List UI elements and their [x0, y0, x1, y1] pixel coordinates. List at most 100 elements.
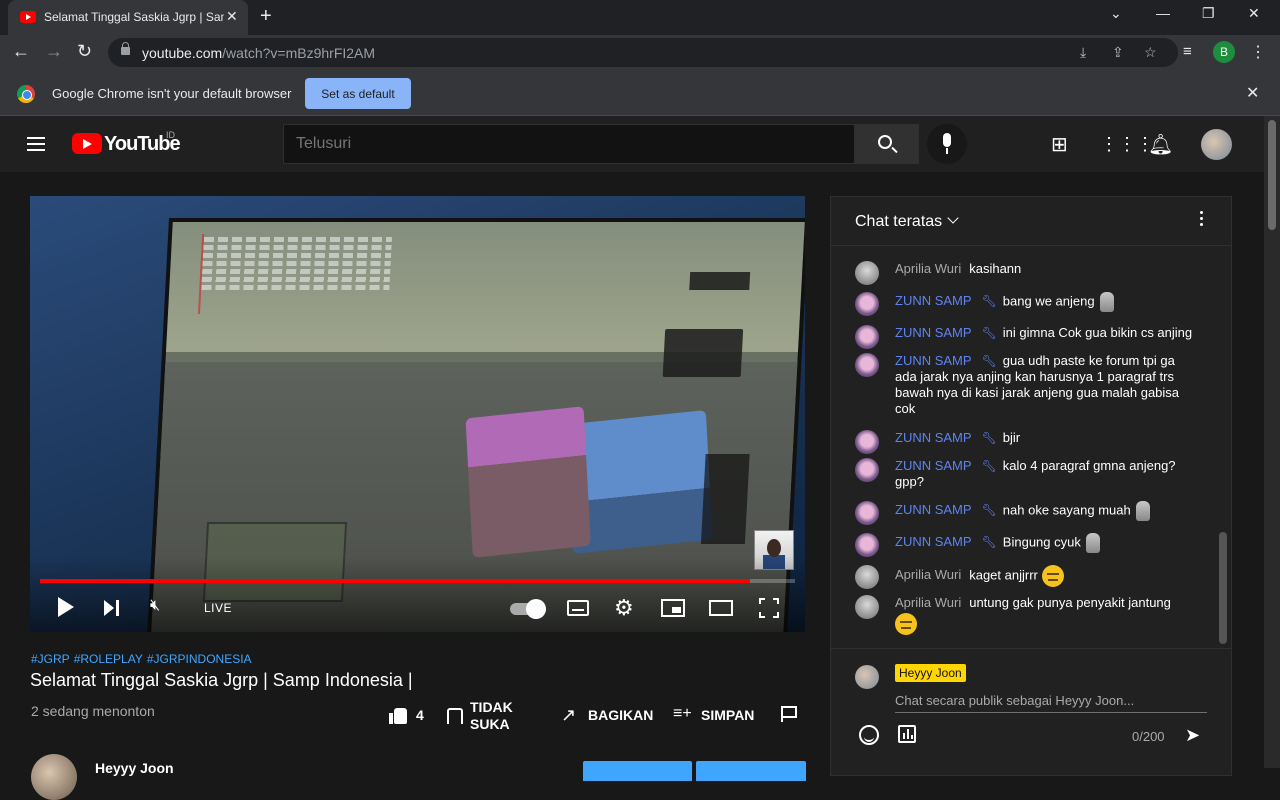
subtitles-icon[interactable] — [567, 600, 589, 616]
save-button[interactable]: SIMPAN — [701, 707, 754, 723]
chat-author[interactable]: Aprilia Wuri — [895, 261, 961, 276]
like-count[interactable]: 4 — [416, 707, 424, 723]
lock-icon[interactable] — [121, 42, 130, 55]
hashtag-link[interactable]: #JGRPINDONESIA — [147, 652, 252, 666]
author-avatar[interactable] — [855, 501, 879, 525]
youtube-favicon-icon — [20, 11, 36, 23]
search-icon — [878, 135, 892, 149]
back-icon[interactable]: ← — [12, 41, 30, 62]
video-player[interactable]: 🔇︎ LIVE ⚙ — [30, 196, 805, 632]
dislike-label-line2[interactable]: SUKA — [470, 716, 510, 732]
play-icon[interactable] — [58, 597, 74, 617]
channel-avatar[interactable] — [31, 754, 77, 800]
chat-message-list[interactable]: Aprilia Wuri kasihann ZUNN SAMP 🔧︎ bang we … — [831, 247, 1217, 647]
chat-author[interactable]: ZUNN SAMP — [895, 353, 972, 368]
forward-icon[interactable]: → — [45, 41, 63, 62]
chat-header: Chat teratas — [831, 197, 1231, 246]
next-icon[interactable] — [104, 600, 119, 616]
share-page-icon[interactable]: ⇪ — [1112, 44, 1124, 61]
youtube-logo-icon[interactable] — [72, 133, 102, 154]
join-button[interactable] — [583, 761, 692, 781]
page-scroll-thumb[interactable] — [1268, 120, 1276, 230]
like-icon[interactable] — [389, 706, 407, 724]
new-tab-button[interactable]: + — [260, 5, 272, 28]
dislike-label-line1[interactable]: TIDAK — [470, 699, 513, 715]
tab-search-icon[interactable]: ⌄ — [1110, 5, 1122, 22]
chat-author[interactable]: ZUNN SAMP — [895, 458, 972, 473]
chat-mode-selector[interactable]: Chat teratas — [855, 213, 942, 231]
autoplay-toggle[interactable] — [510, 599, 546, 619]
muted-volume-icon[interactable]: 🔇︎ — [150, 597, 160, 615]
miniplayer-icon[interactable] — [661, 599, 685, 617]
window-close-icon[interactable]: ✕ — [1248, 5, 1260, 22]
search-box[interactable] — [283, 124, 855, 164]
apps-icon[interactable]: ⋮⋮⋮ — [1100, 134, 1154, 155]
browser-tab[interactable]: Selamat Tinggal Saskia Jgrp | Samp Indon… — [8, 0, 248, 35]
set-as-default-button[interactable]: Set as default — [305, 78, 411, 109]
fullscreen-icon[interactable] — [759, 598, 779, 618]
chat-author[interactable]: ZUNN SAMP — [895, 430, 972, 445]
url-text[interactable]: youtube.com/watch?v=mBz9hrFI2AM — [142, 45, 375, 61]
chevron-down-icon[interactable] — [947, 212, 959, 224]
search-input[interactable] — [296, 135, 836, 153]
voice-search-button[interactable] — [927, 124, 967, 164]
chat-author[interactable]: ZUNN SAMP — [895, 293, 972, 308]
microphone-icon — [943, 133, 951, 147]
page-scrollbar[interactable] — [1264, 116, 1280, 768]
chat-author[interactable]: Aprilia Wuri — [895, 567, 961, 582]
author-avatar[interactable] — [855, 458, 879, 482]
reload-icon[interactable]: ↻ — [77, 41, 92, 62]
emoji-picker-icon[interactable] — [859, 725, 879, 745]
chrome-logo-icon — [17, 85, 35, 103]
minimize-icon[interactable]: — — [1156, 5, 1170, 21]
progress-fill — [40, 579, 750, 583]
live-label[interactable]: LIVE — [204, 601, 232, 615]
send-icon[interactable]: ➤ — [1185, 725, 1200, 746]
chat-text: nah oke sayang muah — [1002, 502, 1131, 518]
author-avatar[interactable] — [855, 595, 879, 619]
author-avatar[interactable] — [855, 325, 879, 349]
infobar-close-icon[interactable]: ✕ — [1246, 83, 1259, 103]
author-avatar[interactable] — [855, 353, 879, 377]
progress-bar[interactable] — [40, 579, 795, 583]
chat-author[interactable]: ZUNN SAMP — [895, 325, 972, 340]
author-avatar[interactable] — [855, 565, 879, 589]
restore-icon[interactable]: ❐ — [1202, 5, 1215, 22]
chat-input[interactable] — [895, 689, 1207, 713]
poll-icon[interactable] — [898, 725, 916, 743]
profile-avatar[interactable]: B — [1213, 41, 1235, 63]
channel-name[interactable]: Heyyy Joon — [95, 760, 174, 776]
create-video-icon[interactable]: ⊞ — [1051, 132, 1068, 157]
save-playlist-icon[interactable]: ≡+ — [673, 705, 692, 723]
notifications-bell-icon[interactable]: 🔔︎ — [1148, 132, 1173, 157]
chat-author[interactable]: ZUNN SAMP — [895, 502, 972, 517]
author-avatar[interactable] — [855, 292, 879, 316]
hashtag-link[interactable]: #ROLEPLAY — [74, 652, 143, 666]
account-avatar[interactable] — [1201, 129, 1232, 160]
search-button[interactable] — [855, 124, 919, 164]
theater-mode-icon[interactable] — [709, 600, 733, 616]
hashtag-link[interactable]: #JGRP — [31, 652, 70, 666]
author-avatar[interactable] — [855, 261, 879, 285]
author-avatar[interactable] — [855, 533, 879, 557]
settings-gear-icon[interactable]: ⚙ — [614, 595, 634, 621]
browser-tab-strip: Selamat Tinggal Saskia Jgrp | Samp Indon… — [0, 0, 1280, 35]
report-flag-icon[interactable] — [781, 706, 797, 722]
guide-menu-icon[interactable] — [27, 137, 45, 151]
share-icon[interactable]: ↗ — [561, 705, 576, 726]
media-control-icon[interactable]: ≡ — [1183, 43, 1192, 60]
chat-scroll-thumb[interactable] — [1219, 532, 1227, 644]
address-bar[interactable]: youtube.com/watch?v=mBz9hrFI2AM ⤓ ⇪ ☆ — [108, 38, 1178, 67]
more-options-icon[interactable] — [1200, 211, 1204, 229]
share-button[interactable]: BAGIKAN — [588, 707, 653, 723]
author-avatar[interactable] — [855, 430, 879, 454]
subscribe-button[interactable] — [696, 761, 806, 781]
install-icon[interactable]: ⤓ — [1080, 44, 1086, 61]
dislike-icon[interactable] — [447, 708, 463, 724]
tab-close-icon[interactable]: ✕ — [226, 8, 238, 25]
chat-text: untung gak punya penyakit jantung — [969, 595, 1171, 610]
chat-author[interactable]: ZUNN SAMP — [895, 534, 972, 549]
chat-author[interactable]: Aprilia Wuri — [895, 595, 961, 610]
chrome-menu-icon[interactable]: ⋮ — [1250, 42, 1266, 62]
bookmark-star-icon[interactable]: ☆ — [1144, 44, 1157, 61]
